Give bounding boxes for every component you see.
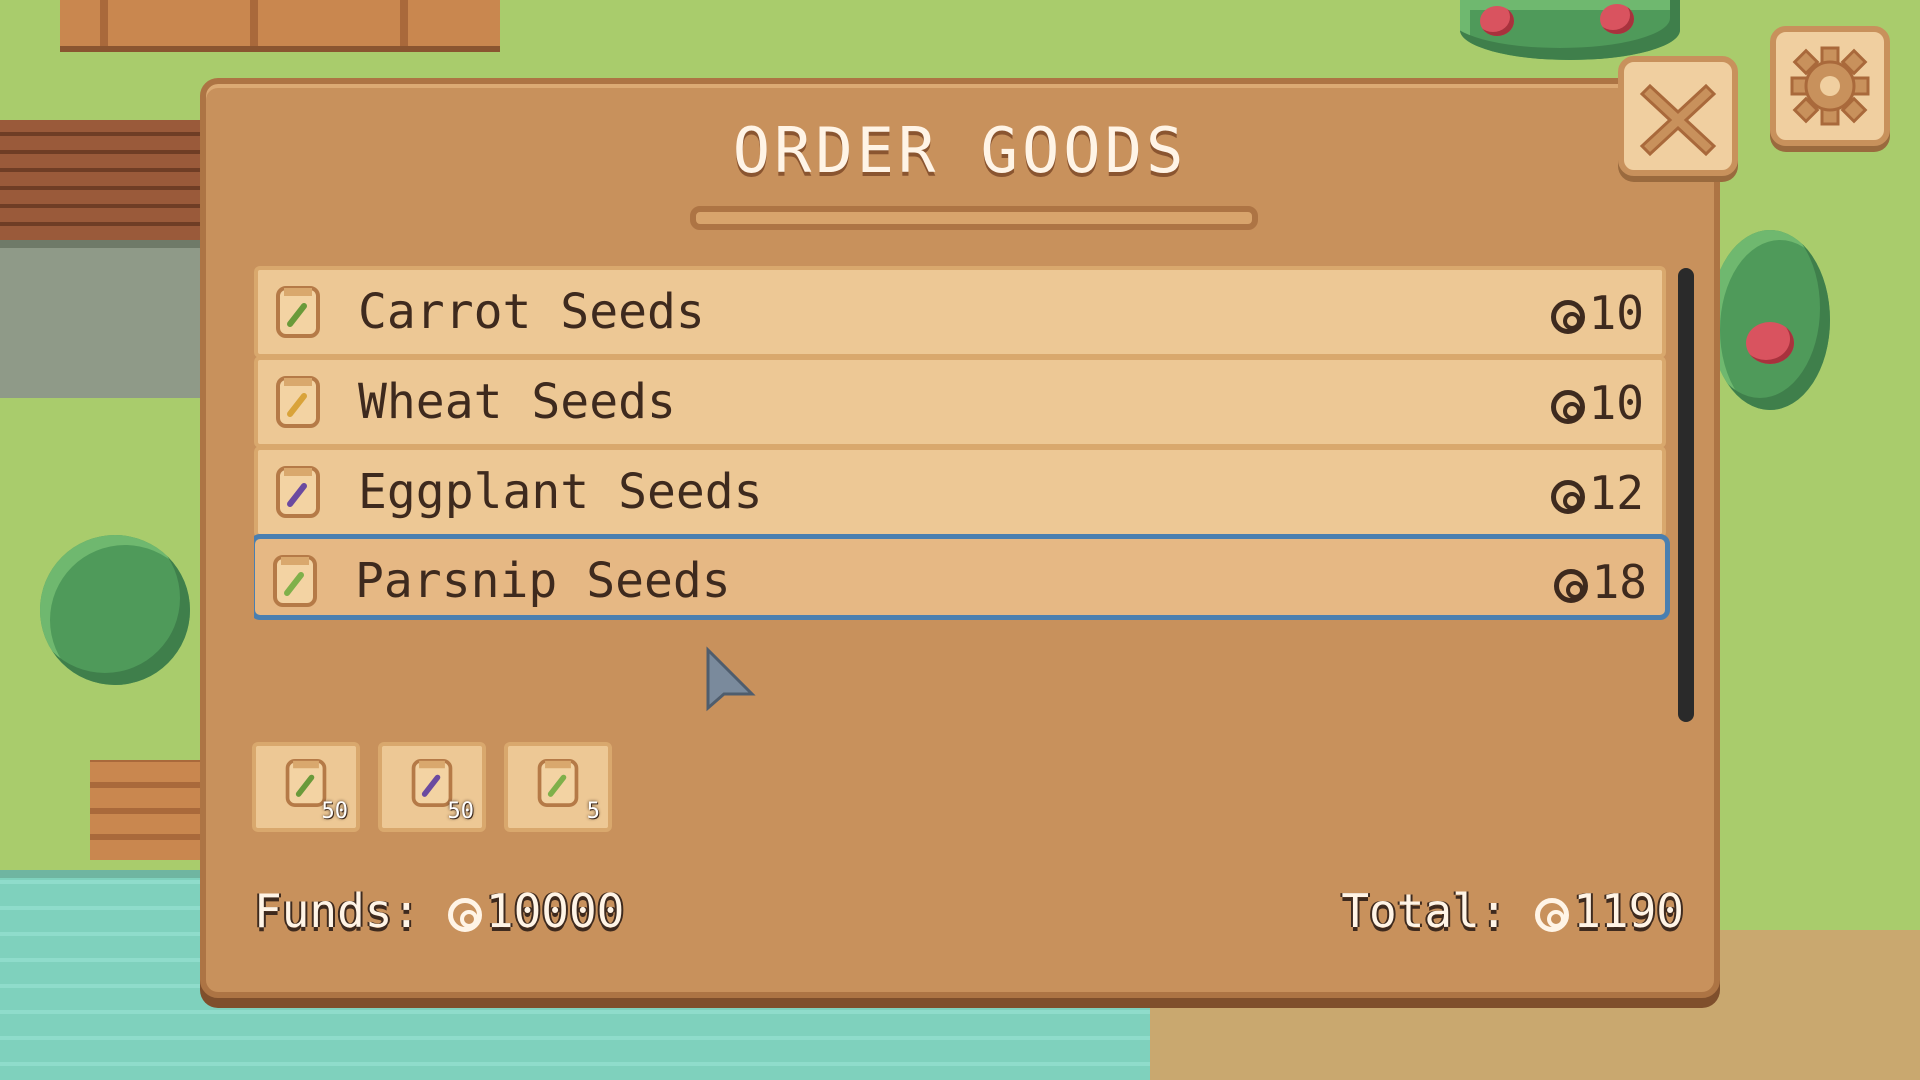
- berry: [1480, 6, 1514, 36]
- cart-quantity: 5: [586, 799, 600, 824]
- eggplant-seed-bag-icon: [272, 464, 324, 520]
- cart-quantity: 50: [447, 799, 475, 824]
- item-price-value: 12: [1588, 466, 1644, 520]
- close-button[interactable]: [1618, 56, 1738, 176]
- cart-slot[interactable]: 50: [378, 742, 486, 832]
- funds-display: Funds: 10000: [254, 884, 624, 938]
- list-item[interactable]: Carrot Seeds 10: [254, 266, 1666, 358]
- cart-slot[interactable]: 5: [504, 742, 612, 832]
- wooden-bridge: [0, 120, 200, 240]
- dialog-title: ORDER GOODS: [732, 114, 1188, 187]
- coin-icon: [447, 897, 482, 932]
- list-item[interactable]: Eggplant Seeds 12: [254, 446, 1666, 538]
- list-item[interactable]: Parsnip Seeds 18: [254, 534, 1670, 620]
- funds-value: 10000: [485, 884, 625, 938]
- item-name: Wheat Seeds: [358, 374, 676, 430]
- round-bush: [40, 535, 190, 685]
- goods-list[interactable]: Carrot Seeds 10 Wheat Seeds 10 Eggplant Seed…: [254, 266, 1674, 716]
- round-bush: [1710, 230, 1830, 410]
- stone-wall: [0, 240, 200, 398]
- item-price: 10: [1550, 286, 1644, 340]
- coin-icon: [1550, 479, 1585, 514]
- item-price: 18: [1553, 555, 1647, 609]
- item-name: Parsnip Seeds: [355, 553, 731, 609]
- total-display: Total: 1190: [1341, 884, 1684, 938]
- pointer-cursor-icon: [706, 646, 756, 712]
- item-name: Eggplant Seeds: [358, 464, 763, 520]
- coin-icon: [1550, 389, 1585, 424]
- item-price-value: 10: [1588, 286, 1644, 340]
- berry: [1746, 322, 1794, 364]
- funds-label: Funds:: [254, 884, 421, 938]
- item-price: 10: [1550, 376, 1644, 430]
- item-price-value: 10: [1588, 376, 1644, 430]
- order-goods-dialog: ORDER GOODS Carrot Seeds 10 Wheat Seeds 10 E…: [200, 78, 1720, 998]
- coin-icon: [1550, 299, 1585, 334]
- item-price: 12: [1550, 466, 1644, 520]
- coin-icon: [1553, 568, 1588, 603]
- coin-icon: [1535, 897, 1570, 932]
- item-price-value: 18: [1591, 555, 1647, 609]
- list-scrollbar[interactable]: [1678, 268, 1694, 722]
- carrot-seed-bag-icon: [272, 284, 324, 340]
- parsnip-seed-bag-icon: [534, 756, 582, 810]
- total-label: Total:: [1341, 884, 1508, 938]
- gear-icon: [1790, 46, 1870, 126]
- item-name: Carrot Seeds: [358, 284, 705, 340]
- cart-slot[interactable]: 50: [252, 742, 360, 832]
- wooden-fence: [60, 0, 500, 52]
- title-divider: [690, 206, 1258, 230]
- settings-button[interactable]: [1770, 26, 1890, 146]
- wooden-fence: [90, 760, 200, 860]
- cart-quantity: 50: [321, 799, 349, 824]
- parsnip-seed-bag-icon: [269, 553, 321, 609]
- close-icon: [1639, 83, 1717, 157]
- berry: [1600, 4, 1634, 34]
- total-value: 1190: [1573, 884, 1684, 938]
- list-item[interactable]: Wheat Seeds 10: [254, 356, 1666, 448]
- wheat-seed-bag-icon: [272, 374, 324, 430]
